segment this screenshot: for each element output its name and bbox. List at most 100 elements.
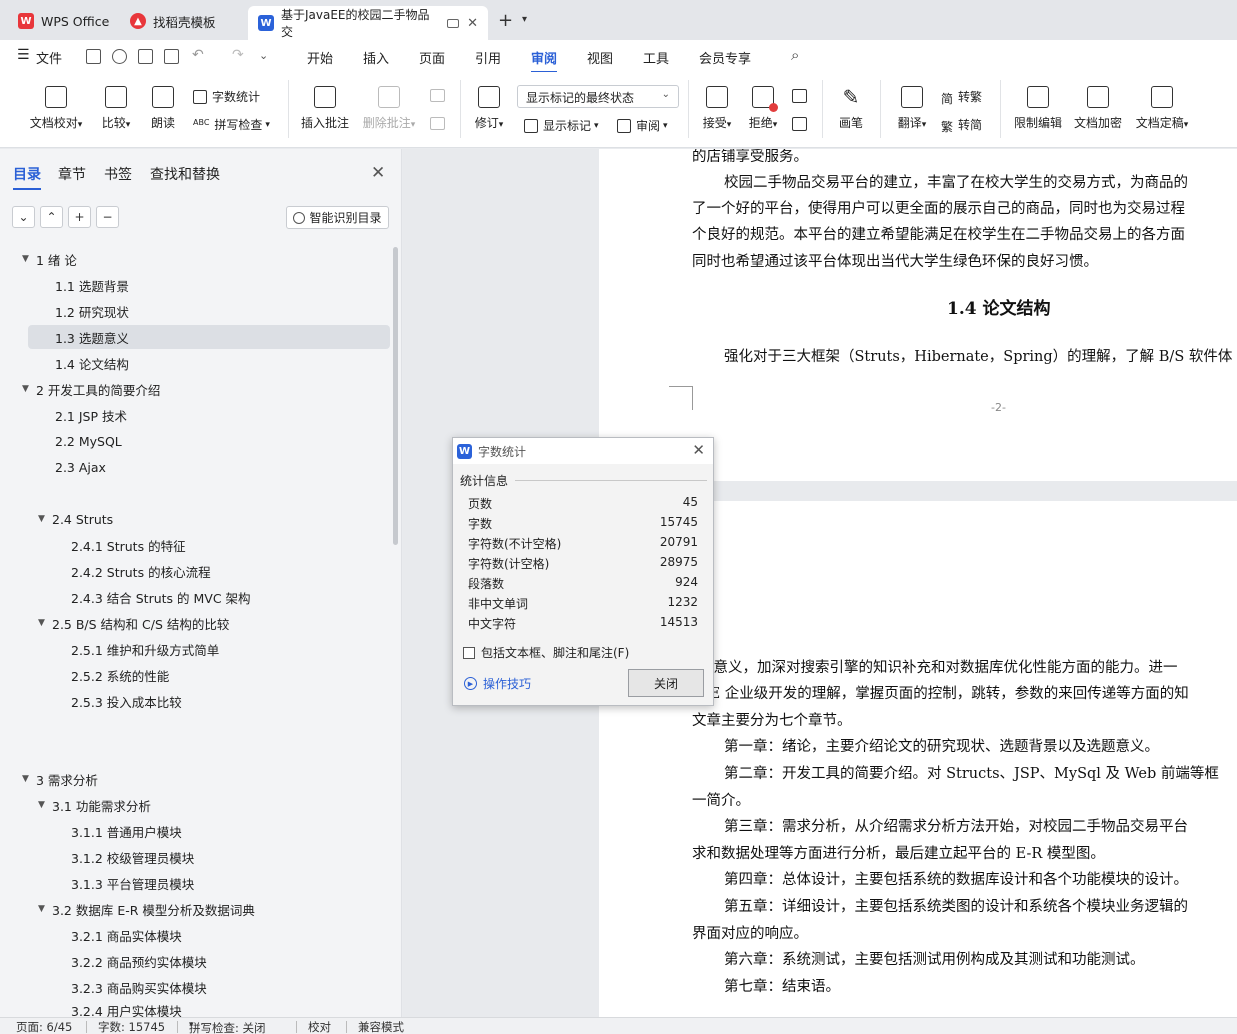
toc-item[interactable]: ▼ 3 需求分析 <box>22 767 98 791</box>
toc-item[interactable]: ▼ 2.5 B/S 结构和 C/S 结构的比较 <box>38 611 229 635</box>
toc-item[interactable]: 3.1.3 平台管理员模块 <box>71 871 194 895</box>
menu-review[interactable]: 审阅 <box>531 48 558 73</box>
status-word-count[interactable]: 字数: 15745 <box>98 1019 165 1034</box>
toc-item[interactable]: 3.2.4 用户实体模块 <box>71 1001 182 1017</box>
to-traditional-button[interactable]: 简 转繁 <box>941 88 982 106</box>
menu-references[interactable]: 引用 <box>475 48 501 67</box>
toc-item[interactable]: 3.2.3 商品购买实体模块 <box>71 975 207 999</box>
compare-button[interactable]: 比较▾ <box>98 86 134 131</box>
status-page[interactable]: 页面: 6/45 <box>16 1019 72 1034</box>
new-tab-icon[interactable]: + <box>498 10 513 31</box>
caret-down-icon[interactable]: ▼ <box>38 904 52 914</box>
delete-comment-button[interactable]: 删除批注▾ <box>359 86 419 131</box>
insert-comment-button[interactable]: 插入批注 <box>299 86 351 131</box>
tab-bookmarks[interactable]: 书签 <box>104 164 132 184</box>
close-icon[interactable]: ✕ <box>692 441 705 459</box>
markup-state-select[interactable]: 显示标记的最终状态 ⌄ <box>517 85 679 108</box>
toc-item[interactable]: 2.2 MySQL <box>55 429 122 453</box>
close-icon[interactable]: ✕ <box>371 163 385 183</box>
toc-item[interactable]: 2.4.2 Struts 的核心流程 <box>71 559 211 583</box>
word-count-button[interactable]: 字数统计 <box>193 88 260 105</box>
chevron-down-icon[interactable]: ▾ <box>522 14 527 25</box>
save-icon[interactable] <box>86 49 101 64</box>
prev-change-icon[interactable] <box>792 89 807 103</box>
doc-check-button[interactable]: 文档校对▾ <box>28 86 84 131</box>
toc-item[interactable]: 2.5.1 维护和升级方式简单 <box>71 637 219 661</box>
toc-item[interactable]: 3.1.2 校级管理员模块 <box>71 845 194 869</box>
pen-button[interactable]: ✎ 画笔 <box>836 86 866 131</box>
toc-item[interactable]: 1.1 选题背景 <box>55 273 129 297</box>
undo-icon[interactable]: ↶ <box>192 47 204 63</box>
toc-item[interactable]: ▼ 2.4 Struts <box>38 507 113 531</box>
caret-down-icon[interactable]: ▼ <box>22 254 36 264</box>
toc-item[interactable]: ▼ 2 开发工具的简要介绍 <box>22 377 160 401</box>
caret-down-icon[interactable]: ▼ <box>22 774 36 784</box>
print-preview-icon[interactable] <box>164 49 179 64</box>
print-icon[interactable] <box>138 49 153 64</box>
finalize-button[interactable]: 文档定稿▾ <box>1132 86 1192 131</box>
toc-item[interactable]: 3.1.1 普通用户模块 <box>71 819 182 843</box>
toc-item[interactable]: ▼ 1 绪 论 <box>22 247 77 271</box>
tips-link[interactable]: ▶ 操作技巧 <box>464 675 531 692</box>
accept-button[interactable]: 接受▾ <box>698 86 736 131</box>
tab-wps-office[interactable]: W WPS Office <box>8 6 119 36</box>
menu-page[interactable]: 页面 <box>419 48 445 67</box>
menu-home[interactable]: 开始 <box>307 48 333 67</box>
close-button[interactable]: 关闭 <box>628 669 704 697</box>
toc-item[interactable]: 2.3 Ajax <box>55 455 106 479</box>
tab-docer-templates[interactable]: ▲ 找稻壳模板 <box>120 6 226 36</box>
toc-item-selected[interactable]: 1.3 选题意义 <box>28 325 390 349</box>
toc-item[interactable]: 3.2.2 商品预约实体模块 <box>71 949 207 973</box>
toc-item[interactable]: ▼ 3.1 功能需求分析 <box>38 793 151 817</box>
collapse-down-button[interactable]: ⌄ <box>12 206 35 228</box>
toc-item[interactable]: 3.2.1 商品实体模块 <box>71 923 182 947</box>
status-proofread[interactable]: 校对 <box>308 1019 331 1034</box>
spell-check-button[interactable]: ABC 拼写检查 ▾ <box>193 116 270 133</box>
dialog-titlebar[interactable]: W 字数统计 ✕ <box>453 438 713 464</box>
tab-document[interactable]: W 基于JavaEE的校园二手物品交 ✕ <box>248 6 488 40</box>
reject-button[interactable]: 拒绝▾ <box>744 86 782 131</box>
redo-icon[interactable]: ↷ <box>232 47 244 63</box>
chevron-down-icon[interactable]: ⌄ <box>259 49 268 62</box>
menu-tools[interactable]: 工具 <box>643 48 669 67</box>
caret-down-icon[interactable]: ▼ <box>22 384 36 394</box>
next-change-icon[interactable] <box>792 117 807 131</box>
to-simplified-button[interactable]: 繁 转简 <box>941 116 982 134</box>
caret-down-icon[interactable]: ▼ <box>38 618 52 628</box>
toc-item[interactable]: 2.4.3 结合 Struts 的 MVC 架构 <box>71 585 251 609</box>
menu-membership[interactable]: 会员专享 <box>699 48 751 67</box>
smart-toc-button[interactable]: 智能识别目录 <box>286 206 389 229</box>
caret-down-icon[interactable]: ▼ <box>38 800 52 810</box>
caret-down-icon[interactable]: ▼ <box>38 514 52 524</box>
tab-find-replace[interactable]: 查找和替换 <box>150 164 220 184</box>
toc-item[interactable]: 1.2 研究现状 <box>55 299 129 323</box>
tab-sections[interactable]: 章节 <box>58 164 86 184</box>
restrict-edit-button[interactable]: 限制编辑 <box>1012 86 1064 131</box>
share-icon[interactable] <box>112 49 127 64</box>
scrollbar[interactable] <box>393 247 398 545</box>
hamburger-icon[interactable]: ☰ <box>17 47 30 63</box>
collapse-up-button[interactable]: ⌃ <box>40 206 63 228</box>
toc-item[interactable]: 2.5.2 系统的性能 <box>71 663 169 687</box>
toc-item[interactable]: ▼ 3.2 数据库 E-R 模型分析及数据词典 <box>38 897 255 921</box>
menu-view[interactable]: 视图 <box>587 48 613 67</box>
remove-heading-button[interactable]: − <box>96 206 119 228</box>
menu-file[interactable]: 文件 <box>36 48 62 67</box>
revise-button[interactable]: 修订▾ <box>470 86 508 131</box>
include-textbox-checkbox[interactable]: 包括文本框、脚注和尾注(F) <box>463 644 629 661</box>
tab-toc[interactable]: 目录 <box>13 164 41 190</box>
window-preview-icon[interactable] <box>447 18 460 28</box>
toc-item[interactable]: 1.4 论文结构 <box>55 351 129 375</box>
prev-comment-icon[interactable] <box>430 89 445 102</box>
toc-item[interactable]: 2.4.1 Struts 的特征 <box>71 533 186 557</box>
show-markup-button[interactable]: 显示标记 ▾ <box>524 117 599 134</box>
review-pane-button[interactable]: 审阅 ▾ <box>617 117 668 134</box>
search-icon[interactable]: ⌕ <box>791 46 799 64</box>
translate-button[interactable]: 翻译▾ <box>893 86 931 131</box>
checkbox-box[interactable] <box>463 646 475 659</box>
document-page[interactable]: 的店铺享受服务。 校园二手物品交易平台的建立，丰富了在校大学生的交易方式，为商品… <box>599 149 1237 481</box>
close-icon[interactable]: ✕ <box>467 16 478 31</box>
toc-item[interactable]: 2.5.3 投入成本比较 <box>71 689 182 713</box>
read-aloud-button[interactable]: 朗读 <box>148 86 178 131</box>
add-heading-button[interactable]: + <box>68 206 91 228</box>
